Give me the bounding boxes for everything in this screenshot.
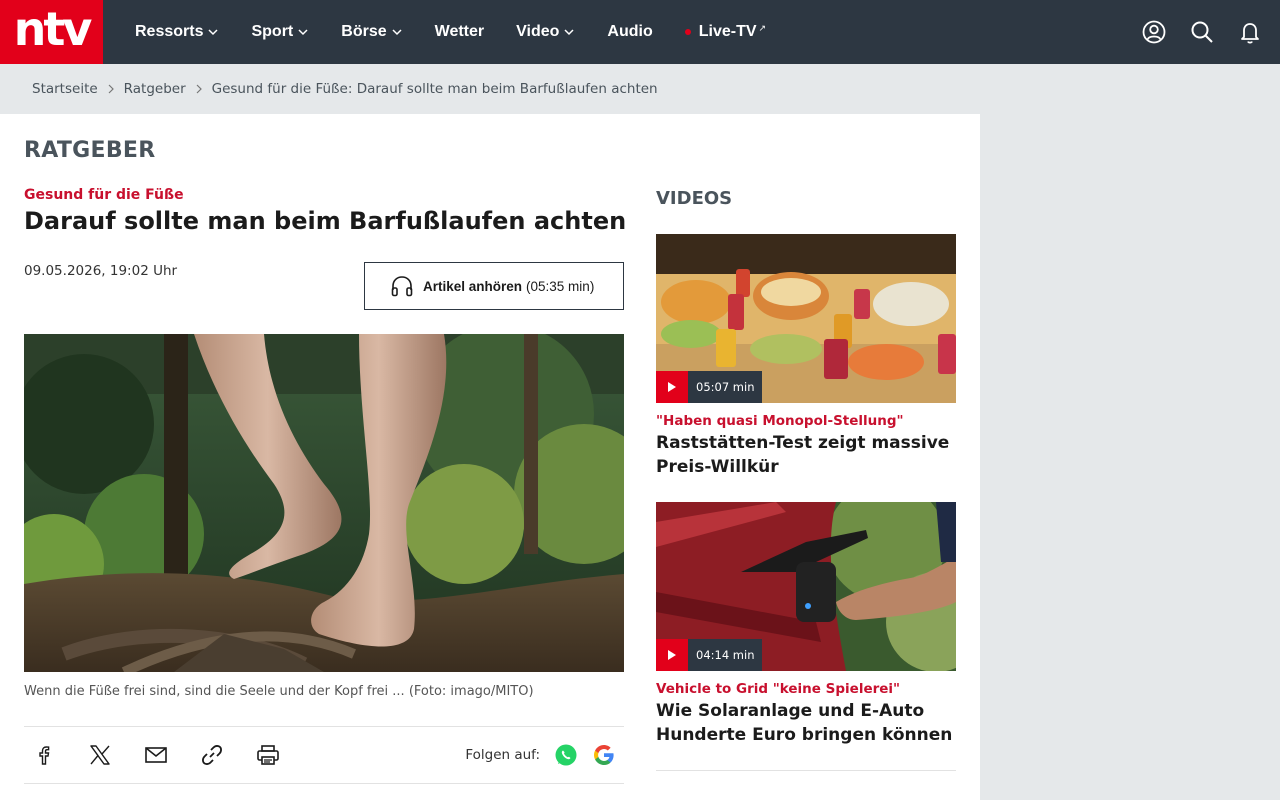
video-headline[interactable]: Raststätten-Test zeigt massive Preis-Wil… [656,431,956,479]
video-kicker: "Haben quasi Monopol-Stellung" [656,413,904,429]
play-icon [656,639,688,671]
breadcrumb-startseite[interactable]: Startseite [32,81,98,97]
live-dot-icon [684,29,691,35]
barefoot-forest-photo [24,334,624,672]
article-kicker: Gesund für die Füße [24,187,184,203]
external-link-icon: ↗ [758,22,767,33]
breadcrumb-ratgeber[interactable]: Ratgeber [124,81,186,97]
chevron-down-icon [564,29,574,36]
chevron-down-icon [392,29,402,36]
video-duration: 05:07 min [688,371,763,403]
video-thumbnail[interactable]: 05:07 min [656,234,956,403]
videos-section-title: VIDEOS [656,188,733,209]
chevron-right-icon [196,84,202,94]
follow-section: Folgen auf: [465,743,616,767]
video-play-tag[interactable]: 05:07 min [656,371,763,403]
listen-article-button[interactable]: Artikel anhören (05:35 min) [364,262,624,310]
facebook-icon[interactable] [32,743,56,767]
article-headline: Darauf sollte man beim Barfußlaufen acht… [24,207,627,235]
video-headline[interactable]: Wie Solaranlage und E-Auto Hunderte Euro… [656,699,956,747]
top-navigation-bar: ntv Ressorts Sport Börse Wetter Video Au… [0,0,1280,64]
nav-item-video[interactable]: Video [516,23,575,41]
nav-item-audio[interactable]: Audio [607,23,652,41]
whatsapp-icon[interactable] [554,743,578,767]
sidebar-divider [656,770,956,771]
breadcrumb-current: Gesund für die Füße: Darauf sollte man b… [211,81,658,97]
mail-icon[interactable] [144,743,168,767]
content-panel: RATGEBER Gesund für die Füße Darauf soll… [0,114,980,800]
headphones-icon [391,276,413,297]
video-card[interactable]: 04:14 min Vehicle to Grid "keine Spieler… [656,502,956,747]
video-play-tag[interactable]: 04:14 min [656,639,763,671]
link-icon[interactable] [200,743,224,767]
nav-item-live-tv[interactable]: Live-TV ↗ [684,22,767,41]
nav-item-wetter[interactable]: Wetter [435,23,485,41]
section-title[interactable]: RATGEBER [24,138,156,163]
header-icons [1120,18,1264,46]
breadcrumb: Startseite Ratgeber Gesund für die Füße:… [32,80,658,98]
listen-duration: (05:35 min) [526,278,595,294]
follow-label: Folgen auf: [465,747,540,763]
listen-label: Artikel anhören [423,278,523,294]
share-bar: Folgen auf: [24,726,624,784]
ntv-logo[interactable]: ntv [0,0,103,64]
print-icon[interactable] [256,743,280,767]
article-hero-image [24,334,624,672]
x-icon[interactable] [88,743,112,767]
image-caption: Wenn die Füße frei sind, sind die Seele … [24,684,534,699]
google-icon[interactable] [592,743,616,767]
chevron-right-icon [108,84,114,94]
bell-icon[interactable] [1236,18,1264,46]
nav-item-sport[interactable]: Sport [251,23,309,41]
chevron-down-icon [208,29,219,36]
video-thumbnail[interactable]: 04:14 min [656,502,956,671]
user-icon[interactable] [1140,18,1168,46]
search-icon[interactable] [1188,18,1216,46]
nav-item-ressorts[interactable]: Ressorts [135,23,219,41]
video-duration: 04:14 min [688,639,763,671]
nav-item-boerse[interactable]: Börse [341,23,402,41]
chevron-down-icon [298,29,308,36]
video-kicker: Vehicle to Grid "keine Spielerei" [656,681,901,697]
play-icon [656,371,688,403]
video-card[interactable]: 05:07 min "Haben quasi Monopol-Stellung"… [656,234,956,479]
article-date: 09.05.2026, 19:02 Uhr [24,263,178,279]
main-nav: Ressorts Sport Börse Wetter Video Audio … [135,0,798,64]
